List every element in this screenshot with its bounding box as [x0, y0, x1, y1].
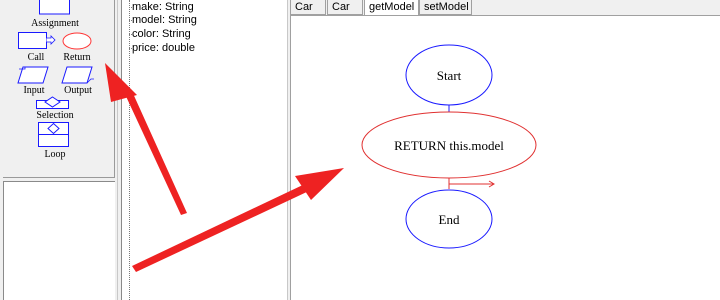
end-label: End	[439, 212, 460, 227]
palette-loop-label[interactable]: Loop	[30, 149, 80, 160]
tree-item-model[interactable]: model: String	[129, 14, 197, 26]
tree-item-make[interactable]: make: String	[129, 1, 194, 13]
tree-item-price[interactable]: price: double	[129, 42, 195, 54]
start-node[interactable]: Start	[405, 44, 493, 106]
output-icon[interactable]	[61, 66, 95, 84]
palette-input-label[interactable]: Input	[9, 85, 59, 96]
flowchart-canvas[interactable]: Start RETURN this.model End	[290, 15, 720, 300]
palette-return-label[interactable]: Return	[52, 52, 102, 63]
call-icon[interactable]	[17, 32, 57, 50]
shape-palette: Assignment Call Return Input Output Sele…	[0, 0, 118, 300]
selection-icon[interactable]	[35, 96, 71, 110]
tab-car-2[interactable]: Car	[327, 0, 363, 15]
tab-car-1[interactable]: Car	[290, 0, 326, 15]
return-node[interactable]: RETURN this.model	[361, 111, 537, 179]
assignment-icon[interactable]	[39, 0, 71, 16]
end-node[interactable]: End	[405, 189, 493, 249]
flowchart-drawing: Start RETURN this.model End	[361, 44, 537, 249]
tab-setmodel[interactable]: setModel	[419, 0, 472, 15]
palette-blank-area	[3, 181, 115, 300]
palette-selection-label[interactable]: Selection	[30, 110, 80, 121]
return-label: RETURN this.model	[394, 138, 504, 153]
start-label: Start	[437, 68, 462, 83]
class-tree-panel: make: String model: String color: String…	[121, 0, 288, 300]
tree-item-color[interactable]: color: String	[129, 28, 191, 40]
tab-getmodel[interactable]: getModel	[364, 0, 419, 16]
return-icon[interactable]	[61, 32, 93, 50]
palette-panel: Assignment Call Return Input Output Sele…	[3, 0, 115, 178]
tab-bar: Car Car getModel setModel	[290, 0, 720, 16]
tree-connector	[129, 0, 130, 300]
palette-output-label[interactable]: Output	[53, 85, 103, 96]
loop-icon[interactable]	[37, 122, 71, 148]
palette-assignment-label[interactable]: Assignment	[30, 18, 80, 29]
input-icon[interactable]	[17, 66, 49, 84]
